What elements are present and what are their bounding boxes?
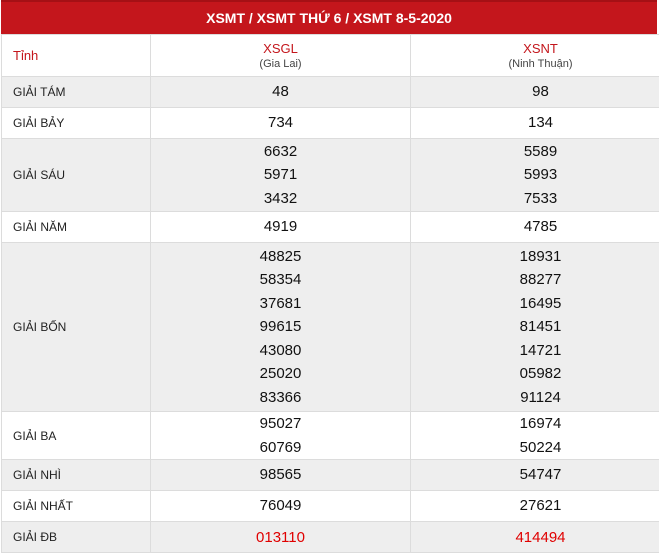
- prize-cell: 6632 5971 3432: [150, 138, 411, 212]
- prize-number: 76049: [259, 497, 302, 515]
- prize-number: 98565: [259, 466, 302, 484]
- province-header-1: XSGL (Gia Lai): [150, 34, 411, 77]
- prize-number: 5971: [263, 166, 298, 184]
- results-container: XSMT / XSMT THỨ 6 / XSMT 8-5-2020 Tỉnh X…: [1, 0, 659, 553]
- prize-cell: 134: [410, 107, 659, 139]
- prize-number: 5993: [523, 166, 558, 184]
- prize-cell: 5589 5993 7533: [410, 138, 659, 212]
- prize-row: GIẢI SÁU 6632 5971 3432 5589 5993 7533: [1, 138, 659, 212]
- prize-number: 98: [532, 83, 549, 101]
- prize-number: 4919: [263, 218, 298, 236]
- prize-cell: 76049: [150, 490, 411, 522]
- prize-number: 013110: [256, 528, 305, 546]
- prize-number: 05982: [519, 365, 562, 383]
- province-name: (Gia Lai): [259, 57, 302, 70]
- prize-cell: 54747: [410, 459, 659, 491]
- prize-number: 48825: [259, 247, 302, 265]
- prize-number: 734: [267, 114, 294, 132]
- prize-cell: 4785: [410, 211, 659, 243]
- prize-number: 54747: [519, 466, 562, 484]
- prize-label: GIẢI BỐN: [1, 242, 151, 412]
- prize-number: 25020: [259, 365, 302, 383]
- prize-cell: 4919: [150, 211, 411, 243]
- prize-cell: 27621: [410, 490, 659, 522]
- prize-label: GIẢI SÁU: [1, 138, 151, 212]
- prize-number: 58354: [259, 271, 302, 289]
- prize-number: 83366: [259, 388, 302, 406]
- prize-cell: 734: [150, 107, 411, 139]
- prize-label: GIẢI ĐB: [1, 521, 151, 553]
- prize-label: GIẢI BA: [1, 411, 151, 460]
- prize-number: 134: [527, 114, 554, 132]
- tinh-label: Tỉnh: [1, 34, 151, 77]
- prize-cell: 16974 50224: [410, 411, 659, 460]
- prize-row: GIẢI NHẤT 76049 27621: [1, 490, 659, 522]
- prize-label: GIẢI TÁM: [1, 76, 151, 108]
- prize-number: 18931: [519, 247, 562, 265]
- prize-number: 91124: [520, 388, 561, 406]
- prize-row: GIẢI BỐN 48825 58354 37681 99615 43080 25020 83…: [1, 242, 659, 412]
- prize-label: GIẢI NĂM: [1, 211, 151, 243]
- results-table: Tỉnh XSGL (Gia Lai) XSNT (Ninh Thuận) GI…: [1, 34, 659, 553]
- prize-number: 14721: [519, 341, 562, 359]
- prize-number: 5589: [523, 142, 558, 160]
- prize-number: 81451: [519, 318, 562, 336]
- prize-cell: 98: [410, 76, 659, 108]
- prize-number: 16495: [519, 294, 562, 312]
- prize-number: 88277: [519, 271, 562, 289]
- province-code[interactable]: XSGL: [151, 41, 410, 57]
- province-header-2: XSNT (Ninh Thuận): [410, 34, 659, 77]
- header-row: Tỉnh XSGL (Gia Lai) XSNT (Ninh Thuận): [1, 34, 659, 77]
- prize-label: GIẢI BẢY: [1, 107, 151, 139]
- prize-row: GIẢI ĐB 013110 414494: [1, 521, 659, 553]
- prize-label: GIẢI NHẤT: [1, 490, 151, 522]
- prize-number: 3432: [263, 189, 298, 207]
- prize-cell: 48825 58354 37681 99615 43080 25020 83366: [150, 242, 411, 412]
- prize-cell: 013110: [150, 521, 411, 553]
- prize-number: 414494: [515, 528, 566, 546]
- prize-number: 43080: [259, 341, 302, 359]
- prize-row: GIẢI BA 95027 60769 16974 50224: [1, 411, 659, 460]
- results-title: XSMT / XSMT THỨ 6 / XSMT 8-5-2020: [1, 0, 657, 34]
- prize-number: 7533: [523, 189, 558, 207]
- prize-number: 4785: [523, 218, 558, 236]
- prize-number: 27621: [519, 497, 562, 515]
- prize-rows: GIẢI TÁM 48 98 GIẢI BẢY 734 134 GIẢI SÁU 6632 59…: [1, 76, 659, 553]
- prize-number: 37681: [259, 294, 302, 312]
- prize-number: 99615: [259, 318, 302, 336]
- prize-cell: 48: [150, 76, 411, 108]
- prize-row: GIẢI BẢY 734 134: [1, 107, 659, 139]
- prize-row: GIẢI NĂM 4919 4785: [1, 211, 659, 243]
- prize-cell: 98565: [150, 459, 411, 491]
- prize-cell: 414494: [410, 521, 659, 553]
- prize-number: 16974: [519, 415, 562, 432]
- province-name: (Ninh Thuận): [508, 57, 573, 70]
- prize-row: GIẢI NHÌ 98565 54747: [1, 459, 659, 491]
- prize-label: GIẢI NHÌ: [1, 459, 151, 491]
- prize-cell: 18931 88277 16495 81451 14721 05982 91124: [410, 242, 659, 412]
- prize-cell: 95027 60769: [150, 411, 411, 460]
- prize-row: GIẢI TÁM 48 98: [1, 76, 659, 108]
- prize-number: 48: [272, 83, 289, 101]
- prize-number: 60769: [259, 438, 302, 456]
- province-code[interactable]: XSNT: [411, 41, 659, 57]
- prize-number: 50224: [519, 438, 562, 456]
- prize-number: 95027: [259, 415, 302, 432]
- prize-number: 6632: [263, 142, 298, 160]
